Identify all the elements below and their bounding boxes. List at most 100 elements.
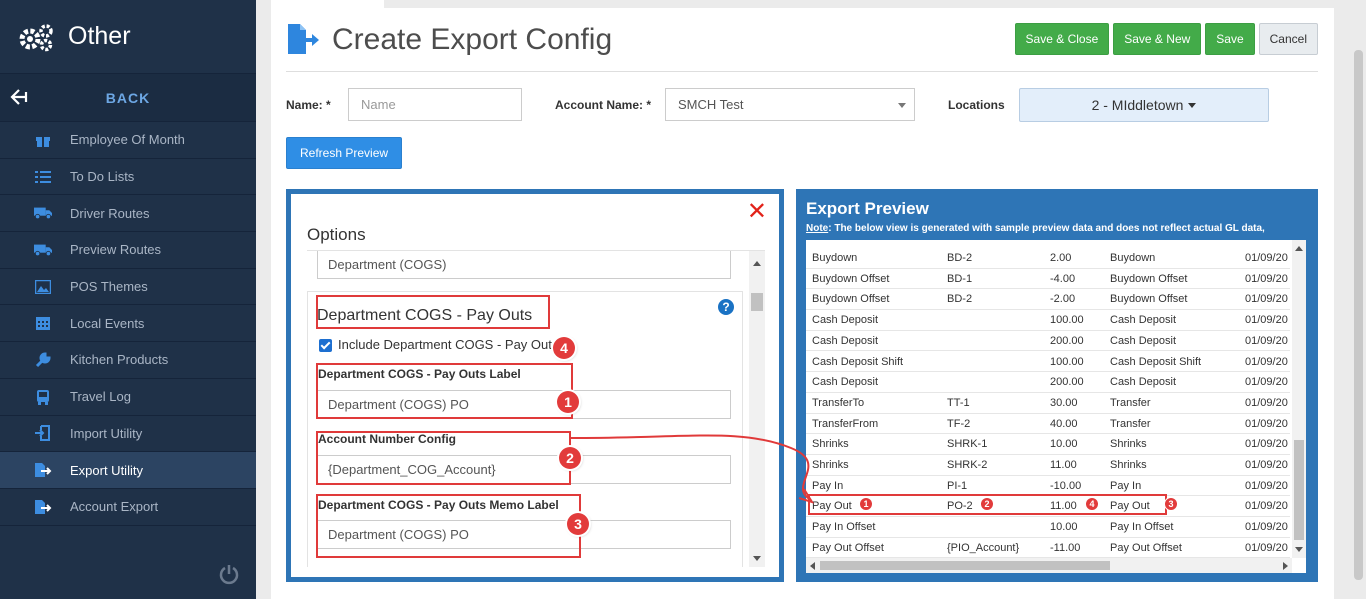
table-cell: Buydown Offset <box>1110 293 1188 306</box>
sidebar-item-kitchen-products[interactable]: Kitchen Products <box>0 342 256 379</box>
scroll-left-icon[interactable] <box>810 562 815 570</box>
annotation-badge-3: 3 <box>567 513 589 535</box>
save-button[interactable]: Save <box>1205 23 1255 55</box>
table-cell: TF-2 <box>947 417 971 430</box>
options-scrollbar[interactable] <box>749 251 765 567</box>
table-cell: Shrinks <box>812 459 849 471</box>
caret-down-icon <box>1188 102 1197 108</box>
action-buttons: Save & Close Save & New Save Cancel <box>1014 23 1318 55</box>
table-cell: Pay In <box>812 479 844 492</box>
table-cell: 01/09/20 <box>1245 272 1288 285</box>
name-input[interactable]: Name <box>348 88 522 121</box>
table-cell: Pay In Offset <box>812 521 876 534</box>
table-row: Shrinks SHRK-2 11.00 Shrinks 01/09/20 <box>806 455 1290 476</box>
sidebar-header: Other <box>0 0 256 74</box>
sidebar-item-driver-routes[interactable]: Driver Routes <box>0 195 256 233</box>
sidebar-item-label: Kitchen Products <box>70 352 169 368</box>
sidebar-item-preview-routes[interactable]: Preview Routes <box>0 232 256 269</box>
table-cell: Shrinks <box>1110 438 1147 451</box>
close-icon[interactable]: ✕ <box>747 200 767 224</box>
gift-icon <box>34 132 52 148</box>
sidebar-item-export-utility[interactable]: Export Utility <box>0 452 256 489</box>
note-text: : The below view is generated with sampl… <box>828 223 1265 234</box>
annotation-box-section-title <box>316 295 550 329</box>
table-row: Cash Deposit 200.00 Cash Deposit 01/09/20 <box>806 372 1290 393</box>
sidebar-item-label: Employee Of Month <box>70 132 185 148</box>
table-cell: 200.00 <box>1050 376 1084 389</box>
account-name-select[interactable]: SMCH Test <box>665 88 915 121</box>
refresh-preview-button[interactable]: Refresh Preview <box>286 137 403 169</box>
sidebar-item-label: To Do Lists <box>70 169 135 185</box>
options-title: Options <box>307 225 366 244</box>
table-cell: Buydown Offset <box>812 293 890 306</box>
preview-vertical-scrollbar[interactable] <box>1292 240 1306 558</box>
sidebar-item-label: Driver Routes <box>70 205 150 221</box>
table-cell: Cash Deposit <box>1110 376 1177 389</box>
page-scrollbar[interactable] <box>1350 0 1366 599</box>
sidebar-item-pos-themes[interactable]: POS Themes <box>0 269 256 306</box>
account-name-label: Account Name: * <box>555 98 652 112</box>
table-cell: 01/09/20 <box>1245 334 1288 347</box>
power-icon[interactable] <box>218 563 240 585</box>
table-cell: Buydown <box>812 252 858 264</box>
table-cell: -10.00 <box>1050 479 1082 492</box>
table-cell: -4.00 <box>1050 272 1076 285</box>
list-icon <box>34 169 52 185</box>
scroll-up-icon[interactable] <box>1295 246 1303 251</box>
sidebar-item-import-utility[interactable]: Import Utility <box>0 416 256 453</box>
table-cell: 10.00 <box>1050 438 1078 451</box>
table-cell: 01/09/20 <box>1245 376 1288 389</box>
scroll-down-icon[interactable] <box>753 556 761 561</box>
save-new-button[interactable]: Save & New <box>1113 23 1202 55</box>
table-row: Shrinks SHRK-1 10.00 Shrinks 01/09/20 <box>806 434 1290 455</box>
import-icon <box>34 425 52 442</box>
tab-stub <box>271 0 384 8</box>
sidebar-item-employee-of-month[interactable]: Employee Of Month <box>0 122 256 159</box>
sidebar-section-title: Other <box>68 22 131 50</box>
scroll-thumb[interactable] <box>1294 440 1304 540</box>
table-cell: 100.00 <box>1050 355 1084 368</box>
preview-table[interactable]: Buydown BD-2 2.00 Buydown 01/09/20 Buydown Of… <box>806 240 1306 573</box>
sidebar-item-label: Travel Log <box>70 389 131 405</box>
sidebar-item-travel-log[interactable]: Travel Log <box>0 379 256 416</box>
table-cell: 2.00 <box>1050 252 1072 264</box>
table-cell: BD-2 <box>947 293 973 306</box>
scroll-down-icon[interactable] <box>1295 547 1303 552</box>
main-content: Create Export Config Save & Close Save &… <box>271 8 1334 599</box>
table-row: Pay Out Offset {PIO_Account} -11.00 Pay Out… <box>806 538 1290 559</box>
table-cell: 100.00 <box>1050 314 1084 327</box>
locations-dropdown[interactable]: 2 - MIddletown <box>1019 88 1269 122</box>
table-cell: 01/09/20 <box>1245 459 1288 471</box>
cancel-button[interactable]: Cancel <box>1258 23 1318 55</box>
preview-title: Export Preview <box>806 199 929 218</box>
table-cell: Pay In Offset <box>1110 521 1174 534</box>
table-row: Buydown Offset BD-1 -4.00 Buydown Offset 01/… <box>806 269 1290 290</box>
note-bold: Note <box>806 223 829 234</box>
sidebar-item-account-export[interactable]: Account Export <box>0 489 256 526</box>
table-cell: Shrinks <box>1110 459 1147 471</box>
page-title: Create Export Config <box>332 23 613 56</box>
help-icon[interactable]: ? <box>718 299 734 315</box>
table-cell: BD-2 <box>947 252 973 264</box>
save-close-button[interactable]: Save & Close <box>1014 23 1110 55</box>
scroll-up-icon[interactable] <box>753 261 761 266</box>
sidebar-item-to-do-lists[interactable]: To Do Lists <box>0 159 256 196</box>
back-button[interactable]: BACK <box>0 74 256 122</box>
bus-icon <box>34 389 52 405</box>
table-cell: 01/09/20 <box>1245 355 1288 368</box>
scroll-thumb[interactable] <box>820 561 1110 570</box>
include-checkbox[interactable] <box>319 339 332 352</box>
preview-horizontal-scrollbar[interactable] <box>806 558 1292 573</box>
table-cell: Transfer <box>1110 417 1151 430</box>
sidebar-item-local-events[interactable]: Local Events <box>0 305 256 343</box>
scroll-right-icon[interactable] <box>1283 562 1288 570</box>
table-cell: Cash Deposit <box>812 376 879 389</box>
table-cell: 10.00 <box>1050 521 1078 534</box>
table-cell: 11.00 <box>1050 459 1077 471</box>
page-scroll-thumb[interactable] <box>1354 50 1363 580</box>
scroll-thumb[interactable] <box>751 293 763 311</box>
table-cell: 01/09/20 <box>1245 479 1288 492</box>
sidebar-item-label: Export Utility <box>70 462 143 478</box>
department-cogs-input[interactable]: Department (COGS) <box>317 251 731 279</box>
top-strip <box>256 0 1366 8</box>
